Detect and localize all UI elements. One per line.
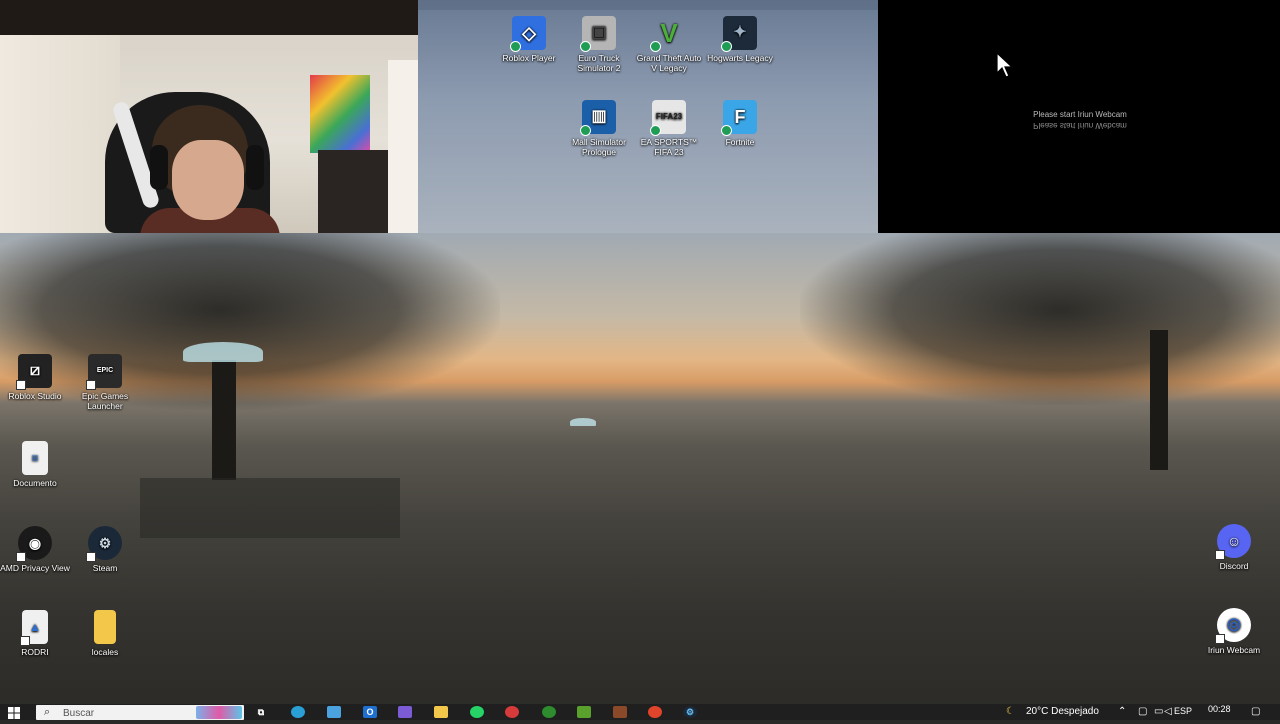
iriun-webcam-message: Please start Iriun Webcam Please start I… [1000,110,1160,130]
store-icon[interactable] [327,706,341,718]
image-file-icon: ▲ [20,610,48,646]
desktop-icon-steam[interactable]: ⚙ Steam [70,526,140,573]
fortnite-icon: F [721,100,757,136]
webcam-headphones [150,145,168,190]
steam-icon: ⚙ [86,526,122,562]
taskbar: ⌕ Buscar ⧉ O ⚙ ☾ 20°C Despejado ⌃ ▢ ▭ ◁ … [0,704,1280,720]
euro-truck-icon: ▣ [580,16,616,52]
desktop-icon-epic-games[interactable]: EPIC Epic Games Launcher [70,354,140,411]
wallpaper-tree-right [800,215,1280,405]
webcam-wall [0,35,120,233]
gta-v-icon: V [650,16,686,52]
webcam-headphones [246,145,264,190]
epic-games-icon: EPIC [86,354,122,390]
xbox-icon[interactable] [542,706,556,718]
desktop-icon-euro-truck[interactable]: ▣ Euro Truck Simulator 2 [564,16,634,73]
desktop-icon-label: Roblox Player [502,53,556,63]
desktop-icon-label: Fortnite [725,137,755,147]
desktop-icon-label: Grand Theft Auto V Legacy [636,53,702,73]
desktop-icon-label: Iriun Webcam [1207,645,1261,655]
desktop-icon-documento[interactable]: ≡ Documento [0,441,70,488]
desktop-icon-label: Euro Truck Simulator 2 [577,53,621,73]
wallpaper-ground [140,478,400,538]
edge-icon[interactable] [291,706,305,718]
clock-time[interactable]: 00:28 [1208,704,1231,714]
amd-privacy-icon: ◉ [16,526,52,562]
webcam-person-face [172,140,244,220]
desktop-icon-locales[interactable]: locales [70,610,140,657]
steam-taskbar-icon[interactable]: ⚙ [683,706,697,718]
document-icon: ≡ [22,441,48,475]
desktop-icon-mall-simulator[interactable]: ▥ Mall Simulator Prologue [564,100,634,157]
webcam-poster [310,75,370,153]
wallpaper-lamp [183,342,263,362]
webcam-ceiling [0,0,418,35]
desktop-icon-label: Steam [92,563,118,573]
taskbar-search-box[interactable]: ⌕ Buscar [36,705,244,720]
desktop-icon-rodri[interactable]: ▲ RODRI [0,610,70,657]
wallpaper-trunk [1150,330,1168,470]
wallpaper-trunk [212,360,236,480]
webcam-overlay [0,0,418,233]
desktop-icon-label: Hogwarts Legacy [707,53,773,63]
mall-simulator-icon: ▥ [580,100,616,136]
desktop-icon-label: EA SPORTS™ FIFA 23 [640,137,698,157]
davinci-icon[interactable] [505,706,519,718]
iriun-message-mirror: Please start Iriun Webcam [1033,121,1127,130]
desktop-icon-fifa-23[interactable]: FIFA23 EA SPORTS™ FIFA 23 [634,100,704,157]
desktop-icon-label: Roblox Studio [8,391,62,401]
search-placeholder: Buscar [63,708,95,719]
desktop-icon-label: Documento [13,478,57,488]
iriun-message-text: Please start Iriun Webcam [1033,110,1127,119]
desktop-icon-label: Mall Simulator Prologue [572,137,626,157]
outlook-icon[interactable]: O [363,706,377,718]
minecraft-icon[interactable] [577,706,591,718]
weather-moon-icon: ☾ [1006,706,1015,717]
desktop-icon-hogwarts[interactable]: ✦ Hogwarts Legacy [705,16,775,63]
desktop-icon-label: locales [91,647,119,657]
desktop-icon-gta-v[interactable]: V Grand Theft Auto V Legacy [634,16,704,73]
roblox-player-icon: ◇ [510,16,546,52]
desktop-icon-label: Discord [1219,561,1249,571]
desktop-icon-fortnite[interactable]: F Fortnite [705,100,775,147]
file-explorer-icon[interactable] [434,706,448,718]
desktop-icon-amd-privacy[interactable]: ◉ AMD Privacy View [0,526,70,573]
language-indicator[interactable]: ESP [1174,706,1192,716]
desktop-icon-discord[interactable]: ☺ Discord [1199,524,1269,571]
tray-chevron-up-icon[interactable]: ⌃ [1118,706,1126,717]
discord-icon: ☺ [1215,524,1251,560]
weather-widget[interactable]: 20°C Despejado [1026,706,1099,717]
search-highlight-image [196,706,242,719]
whatsapp-icon[interactable] [470,706,484,718]
hogwarts-icon: ✦ [721,16,757,52]
webcam-door [318,150,388,233]
network-icon[interactable]: ▭ [1154,706,1163,717]
desktop-icon-roblox-studio[interactable]: ⧄ Roblox Studio [0,354,70,401]
chrome-icon[interactable] [648,706,662,718]
fifa-23-icon: FIFA23 [650,100,686,136]
notifications-icon[interactable]: ▢ [1251,706,1260,717]
task-view-icon[interactable]: ⧉ [254,706,268,718]
minecraft-launcher-icon[interactable] [613,706,627,718]
volume-icon[interactable]: ◁ [1164,706,1172,717]
wallpaper-lamp [570,418,596,426]
iriun-webcam-icon: ◎ [1215,608,1251,644]
desktop-icon-label: AMD Privacy View [0,563,70,573]
copilot-icon[interactable] [398,706,412,718]
tray-camera-icon[interactable]: ▢ [1138,706,1147,717]
desktop-icon-label: RODRI [21,647,49,657]
webcam-door-frame [388,60,418,233]
roblox-studio-icon: ⧄ [16,354,52,390]
desktop-icon-label: Epic Games Launcher [81,391,129,411]
windows-logo-icon [8,707,20,719]
desktop-icon-roblox-player[interactable]: ◇ Roblox Player [494,16,564,63]
desktop-icon-iriun-webcam[interactable]: ◎ Iriun Webcam [1199,608,1269,655]
folder-icon [94,610,116,644]
search-icon: ⌕ [44,706,51,718]
start-button[interactable] [8,706,20,719]
